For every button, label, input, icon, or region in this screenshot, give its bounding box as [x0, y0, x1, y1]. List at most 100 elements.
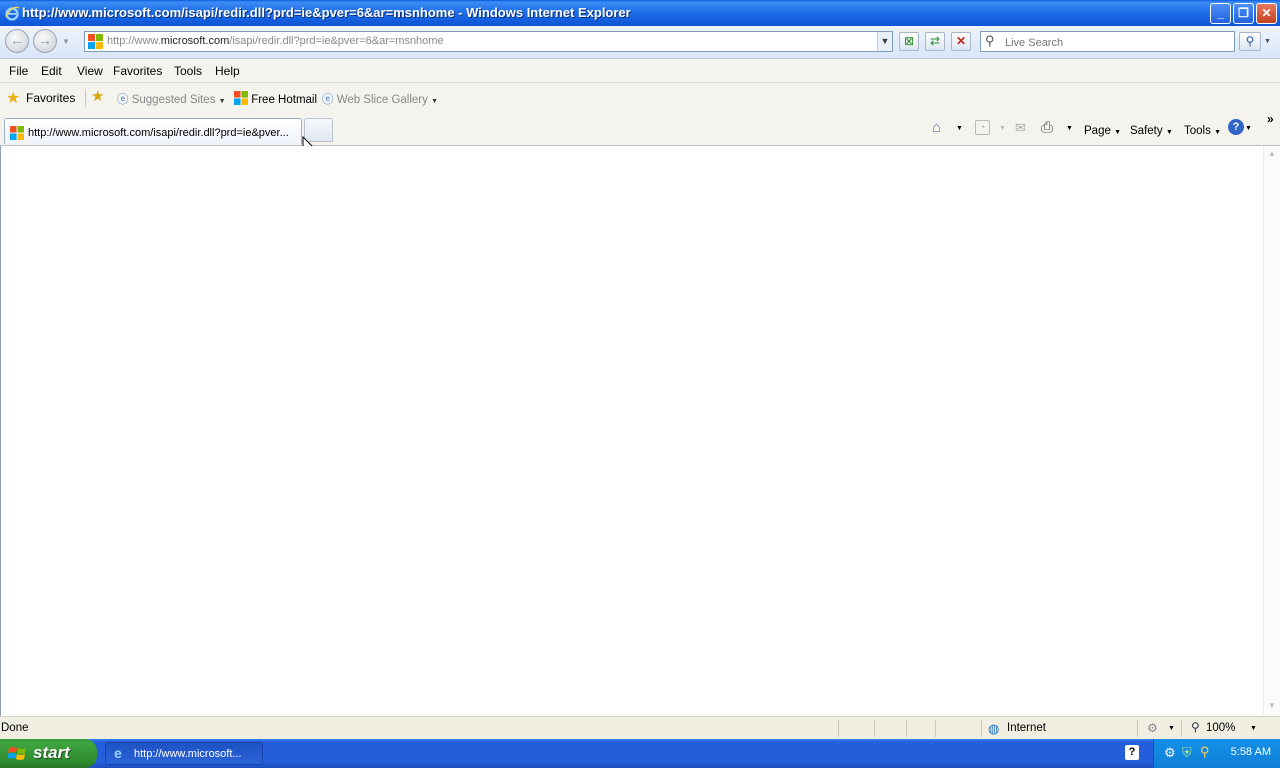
page-label: Page [1084, 125, 1111, 137]
clock[interactable]: 5:58 AM [1231, 746, 1271, 758]
zoom-dropdown-icon[interactable]: ▼ [1250, 725, 1257, 732]
menu-file[interactable]: File [9, 64, 28, 78]
favorites-button[interactable]: ★ Favorites [4, 88, 80, 108]
close-icon: ✕ [1261, 6, 1272, 20]
maximize-button[interactable]: ❐ [1233, 3, 1254, 24]
scroll-down-icon[interactable]: ▼ [1264, 698, 1280, 714]
favorites-label: Favorites [26, 91, 76, 105]
windows-flag-icon [8, 747, 26, 760]
menu-view[interactable]: View [77, 64, 103, 78]
title-bar[interactable]: http://www.microsoft.com/isapi/redir.dll… [0, 0, 1280, 26]
tools-menu-button[interactable]: Tools ▼ [1184, 125, 1221, 137]
divider [838, 720, 839, 737]
vertical-scrollbar[interactable]: ▲ ▼ [1263, 146, 1280, 715]
web-slice-gallery-button[interactable]: ⓔ Web Slice Gallery ▼ [322, 91, 438, 107]
feeds-icon[interactable]: ◔ [975, 120, 990, 135]
menu-tools[interactable]: Tools [174, 64, 202, 78]
network-icon[interactable]: ⚙ [1164, 745, 1176, 761]
menu-favorites[interactable]: Favorites [113, 64, 162, 78]
back-button[interactable]: ← [5, 29, 29, 53]
compatibility-icon: ⊠ [903, 34, 915, 48]
home-dropdown-icon[interactable]: ▼ [956, 125, 963, 132]
ie-page-icon: ⓔ [117, 94, 129, 106]
help-dropdown-icon[interactable]: ▼ [1245, 125, 1252, 132]
feeds-dropdown-icon: ▼ [999, 125, 1006, 132]
protected-mode-icon[interactable]: ⚙ [1147, 721, 1158, 735]
close-button[interactable]: ✕ [1256, 3, 1277, 24]
status-bar: Done ◍ Internet ⚙ ▼ ⚲ 100% ▼ [0, 716, 1280, 740]
suggested-sites-button[interactable]: ⓔ Suggested Sites ▼ [117, 91, 226, 107]
start-label: start [33, 743, 70, 762]
zoom-level[interactable]: 100% [1206, 722, 1235, 734]
divider [85, 89, 86, 107]
back-arrow-icon: ← [10, 32, 24, 48]
recent-pages-dropdown-icon[interactable]: ▼ [62, 37, 70, 46]
divider [935, 720, 936, 737]
search-tray-icon[interactable]: ⚲ [1200, 744, 1210, 760]
minimize-button[interactable]: _ [1210, 3, 1231, 24]
add-to-favorites-bar-icon[interactable]: ★ [91, 87, 104, 105]
ie-page-icon: ⓔ [322, 94, 334, 106]
menu-edit[interactable]: Edit [41, 64, 62, 78]
divider [874, 720, 875, 737]
page-menu-button[interactable]: Page ▼ [1084, 125, 1121, 137]
chevron-down-icon: ▼ [1114, 129, 1121, 136]
tab-row: http://www.microsoft.com/isapi/redir.dll… [0, 112, 1280, 157]
safety-label: Safety [1130, 125, 1163, 137]
search-box[interactable]: ⚲ [980, 31, 1235, 52]
web-slice-gallery-label: Web Slice Gallery [336, 94, 428, 106]
page-content[interactable]: ▲ ▼ [0, 146, 1280, 716]
help-icon[interactable]: ? [1228, 119, 1244, 135]
globe-icon: ◍ [988, 721, 1000, 736]
address-dropdown-icon[interactable]: ▼ [877, 32, 892, 51]
help-tray-icon[interactable]: ? [1125, 745, 1139, 760]
address-bar[interactable]: http://www.microsoft.com/isapi/redir.dll… [84, 31, 893, 52]
safety-menu-button[interactable]: Safety ▼ [1130, 125, 1173, 137]
minimize-icon: _ [1217, 6, 1224, 20]
live-search-icon: ⚲ [985, 33, 995, 48]
navigation-bar: ← → ▼ http://www.microsoft.com/isapi/red… [0, 26, 1280, 59]
favorites-bar: ★ Favorites ★ ⓔ Suggested Sites ▼ Free H… [0, 83, 1280, 112]
divider [981, 720, 982, 737]
security-shield-icon[interactable]: ⛨ [1182, 745, 1192, 761]
tab-title: http://www.microsoft.com/isapi/redir.dll… [28, 127, 289, 139]
menu-help[interactable]: Help [215, 64, 240, 78]
divider [1137, 720, 1138, 737]
refresh-button[interactable]: ⇄ [925, 32, 945, 51]
print-dropdown-icon[interactable]: ▼ [1066, 125, 1073, 132]
chevron-down-icon: ▼ [431, 98, 439, 105]
security-zone: Internet [1007, 722, 1046, 734]
free-hotmail-label: Free Hotmail [251, 94, 318, 106]
suggested-sites-label: Suggested Sites [131, 94, 216, 106]
search-icon: ⚲ [1245, 34, 1255, 48]
ie-logo-icon: e [114, 745, 122, 761]
stop-button[interactable]: ✕ [951, 32, 971, 51]
taskbar-ie-window[interactable]: e http://www.microsoft... [105, 742, 263, 765]
tools-label: Tools [1184, 125, 1211, 137]
zoom-icon: ⚲ [1191, 720, 1200, 734]
compatibility-view-button[interactable]: ⊠ [899, 32, 919, 51]
home-icon[interactable]: ⌂ [932, 119, 941, 136]
print-icon[interactable]: ⎙ [1041, 119, 1053, 136]
free-hotmail-link[interactable]: Free Hotmail [234, 91, 317, 106]
ie-logo-icon [5, 6, 20, 21]
address-url[interactable]: http://www.microsoft.com/isapi/redir.dll… [107, 35, 444, 47]
stop-icon: ✕ [955, 34, 967, 48]
search-options-dropdown-icon[interactable]: ▼ [1264, 38, 1271, 45]
chevron-down-icon[interactable]: ▼ [1168, 725, 1175, 732]
windows-logo-icon [10, 126, 24, 140]
forward-button[interactable]: → [33, 29, 57, 53]
divider [906, 720, 907, 737]
search-input[interactable] [1003, 34, 1232, 51]
restore-icon: ❐ [1238, 6, 1249, 20]
windows-logo-icon [88, 34, 103, 49]
divider [1181, 720, 1182, 737]
start-button[interactable]: start [0, 739, 97, 768]
tab-current[interactable]: http://www.microsoft.com/isapi/redir.dll… [4, 118, 302, 144]
search-button[interactable]: ⚲ [1239, 32, 1261, 51]
windows-logo-icon [234, 91, 248, 105]
scroll-up-icon[interactable]: ▲ [1264, 146, 1280, 162]
toolbar-overflow-icon[interactable]: » [1267, 112, 1274, 126]
read-mail-icon[interactable]: ✉ [1015, 120, 1026, 136]
refresh-icon: ⇄ [929, 34, 941, 48]
